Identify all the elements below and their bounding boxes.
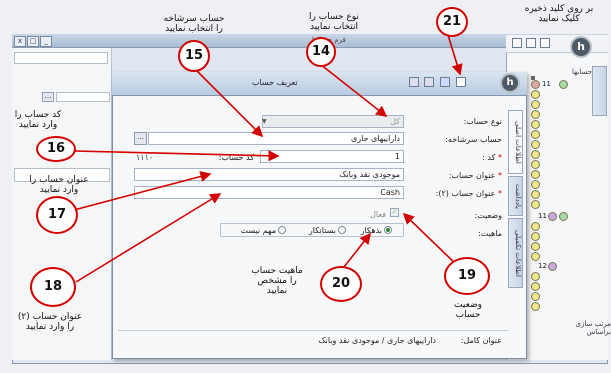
annotation-16-text: کد حساب را وارد نمایید	[0, 110, 76, 130]
arrow-21	[447, 34, 463, 76]
annotation-18-line2: را وارد نمایید	[25, 322, 75, 332]
annotation-14-line1: نوع حساب را	[309, 12, 359, 22]
annotation-17: 17	[36, 196, 78, 234]
annotation-21: 21	[436, 7, 468, 37]
annotation-19-line2: حساب	[455, 310, 481, 320]
annotation-15-text: حساب سرشاخه را انتخاب نمایید	[144, 14, 244, 34]
annotation-16: 16	[36, 136, 76, 162]
annotation-16-line2: وارد نمایید	[18, 120, 58, 130]
annotation-17-line2: وارد نمایید	[39, 185, 79, 195]
annotation-19-line1: وضعیت	[454, 300, 482, 310]
annotation-21-line2: کلیک نمایید	[538, 14, 580, 24]
annotation-19-text: وضعیت حساب	[440, 300, 496, 320]
annotation-14-text: نوع حساب را انتخاب نمایید	[292, 12, 376, 32]
annotation-21-line1: بر روی کلید ذخیره	[524, 4, 594, 14]
annotation-19: 19	[444, 257, 490, 295]
annotation-20: 20	[320, 266, 362, 302]
annotation-16-line1: کد حساب را	[14, 110, 62, 120]
annotation-14-line2: انتخاب نمایید	[309, 22, 358, 32]
annotation-21-text: بر روی کلید ذخیره کلیک نمایید	[510, 4, 608, 24]
annotation-20-line2: را مشخص	[257, 276, 297, 286]
annotation-17-line1: عنوان حساب را	[29, 175, 89, 185]
annotation-15-line2: را انتخاب نمایید	[165, 24, 223, 34]
annotation-18-line1: عنوان حساب (۲)	[17, 312, 83, 322]
annotation-15-line1: حساب سرشاخه	[163, 14, 225, 24]
annotation-15: 15	[178, 40, 210, 72]
annotation-20-line1: ماهیت حساب	[251, 266, 303, 276]
arrow-15	[195, 69, 264, 138]
arrow-16	[73, 150, 280, 162]
annotation-17-text: عنوان حساب را وارد نمایید	[16, 175, 102, 195]
annotation-20-text: ماهیت حساب را مشخص نمایید	[236, 266, 318, 296]
arrow-14	[319, 63, 388, 117]
annotation-18-text: عنوان حساب (۲) را وارد نمایید	[0, 312, 100, 332]
annotation-14: 14	[306, 37, 336, 67]
arrow-19	[402, 212, 461, 269]
arrow-18	[75, 193, 222, 283]
annotation-18: 18	[30, 267, 76, 307]
annotation-20-line3: نمایید	[266, 286, 288, 296]
